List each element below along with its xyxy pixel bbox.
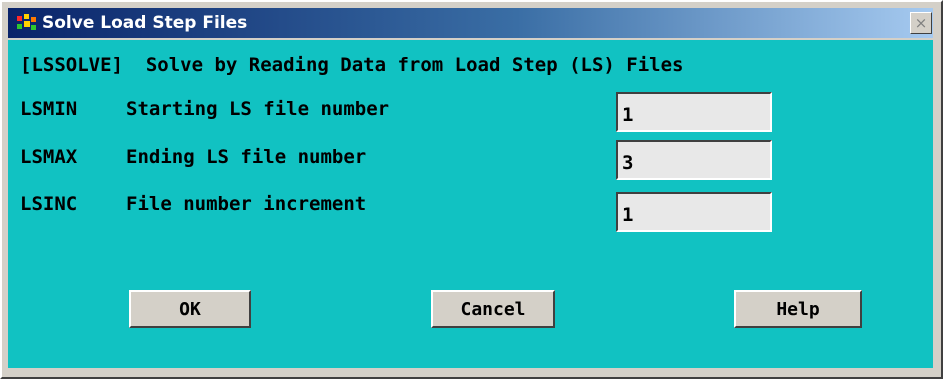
field-row-lsmax: LSMAX Ending LS file number: [20, 143, 366, 171]
ansys-app-icon: [17, 14, 36, 30]
close-button[interactable]: ×: [910, 12, 932, 34]
cancel-button[interactable]: Cancel: [431, 290, 555, 328]
lsmin-input[interactable]: [616, 92, 772, 132]
field-row-lsinc: LSINC File number increment: [20, 190, 366, 218]
dialog-window: Solve Load Step Files × [LSSOLVE] Solve …: [0, 0, 943, 379]
ok-button[interactable]: OK: [129, 290, 251, 328]
field-label: Starting LS file number: [126, 98, 390, 120]
field-row-lsmin: LSMIN Starting LS file number: [20, 95, 389, 123]
command-description: [LSSOLVE] Solve by Reading Data from Loa…: [20, 54, 684, 76]
param-name: LSMIN: [20, 98, 78, 120]
param-name: LSINC: [20, 193, 78, 215]
field-label: File number increment: [126, 193, 367, 215]
help-button[interactable]: Help: [734, 290, 862, 328]
window-title: Solve Load Step Files: [42, 13, 248, 33]
lsmax-input[interactable]: [616, 140, 772, 180]
param-name: LSMAX: [20, 146, 78, 168]
title-bar[interactable]: Solve Load Step Files ×: [8, 8, 933, 38]
close-icon: ×: [914, 13, 928, 32]
dialog-body: [LSSOLVE] Solve by Reading Data from Loa…: [8, 40, 933, 368]
lsinc-input[interactable]: [616, 192, 772, 232]
field-label: Ending LS file number: [126, 146, 367, 168]
